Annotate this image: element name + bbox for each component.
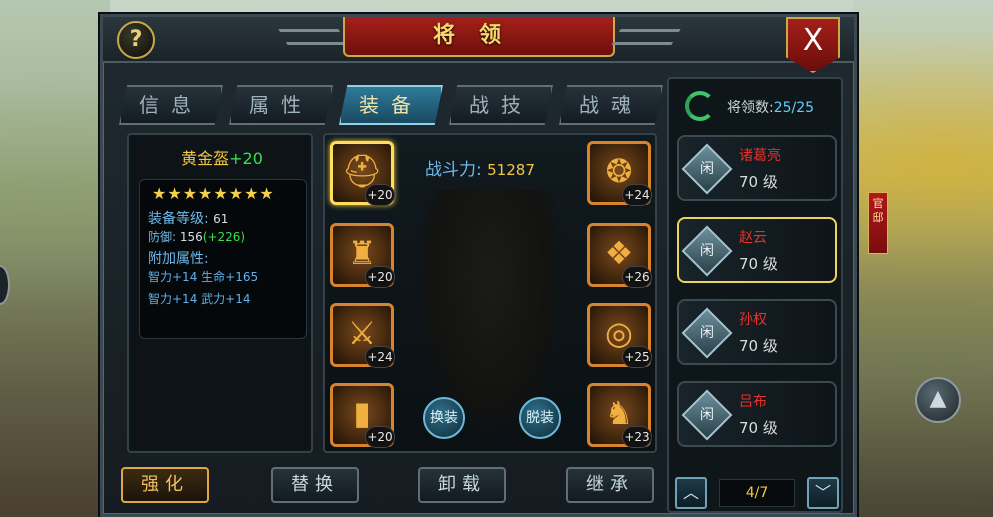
general-level: 70 级 <box>739 419 778 437</box>
help-button[interactable]: ? <box>117 21 155 59</box>
slot-level: +20 <box>365 184 395 206</box>
tab-attributes[interactable]: 属性 <box>229 85 333 125</box>
slot-level: +24 <box>365 346 395 368</box>
window-title: 将领 <box>343 17 615 57</box>
extra-attributes-line-2: 智力+14 武力+14 <box>148 292 251 306</box>
idle-status-text: 闲 <box>700 407 714 423</box>
idle-status-icon: 闲 <box>681 389 733 441</box>
title-decoration-left <box>278 29 348 45</box>
item-name: 黄金盔+20 <box>129 145 315 169</box>
title-decoration-right <box>611 29 681 45</box>
slot-amulet[interactable]: ❂ +24 <box>587 141 652 206</box>
general-list-panel: 将领数:25/25 闲 诸葛亮 70 级 闲 赵云 70 级 闲 孙权 70 级… <box>667 77 843 513</box>
slot-horse[interactable]: ♞ +23 <box>587 383 652 448</box>
item-detail-panel: 黄金盔+20 ★★★★★★★★ 装备等级: 61 防御: 156(+226) 附… <box>127 133 313 453</box>
mansion-banner-label: 官 邸 <box>872 197 884 224</box>
equipment-section: 信息 属性 装备 战技 战魂 黄金盔+20 ★★★★★★★★ 装备等级: 61 … <box>113 73 667 511</box>
unload-button[interactable]: 卸载 <box>418 467 506 503</box>
equip-level-label: 装备等级 <box>148 211 204 227</box>
slot-level: +25 <box>622 346 652 368</box>
general-level: 70 级 <box>739 255 778 273</box>
defense-line: 防御: 156(+226) <box>148 230 246 244</box>
slot-armor[interactable]: ♜ +20 <box>330 223 395 288</box>
mansion-banner[interactable]: 官 邸 <box>868 192 888 254</box>
up-arrow-button[interactable]: ▲ <box>915 377 961 423</box>
combat-power: 战斗力: 51287 <box>425 155 535 180</box>
tab-bar: 信息 属性 装备 战技 战魂 <box>119 85 663 125</box>
chevron-up-icon: ︿ <box>682 483 699 502</box>
equip-level-value: 61 <box>213 212 229 226</box>
background-scenery-left <box>0 0 110 517</box>
pagination: ︿ 4/7 ﹀ <box>675 477 839 509</box>
general-level: 70 级 <box>739 173 778 191</box>
general-name: 孙权 <box>739 312 767 328</box>
combat-power-value: 51287 <box>487 161 535 179</box>
chevron-down-icon: ﹀ <box>814 483 831 502</box>
idle-status-text: 闲 <box>700 243 714 259</box>
star-rating: ★★★★★★★★ <box>152 184 275 203</box>
background-scenery-right <box>853 0 993 517</box>
page-up-button[interactable]: ︿ <box>675 477 707 509</box>
general-count-value: 25/25 <box>773 100 815 116</box>
combat-power-label: 战斗力: <box>425 160 482 180</box>
general-count: 将领数:25/25 <box>727 97 814 117</box>
replace-button[interactable]: 替换 <box>271 467 359 503</box>
close-button[interactable]: X <box>786 17 840 73</box>
slot-boots[interactable]: ▮ +20 <box>330 383 395 448</box>
idle-status-icon: 闲 <box>681 225 733 277</box>
swap-gear-button[interactable]: 换装 <box>423 397 465 439</box>
tab-equipment[interactable]: 装备 <box>339 85 443 125</box>
slot-level: +20 <box>365 266 395 288</box>
defense-bonus: (+226) <box>202 230 246 244</box>
general-window: ? 将领 X 信息 属性 装备 战技 战魂 黄金盔+20 ★★★★★★★★ 装备… <box>100 14 857 517</box>
refresh-icon[interactable] <box>685 91 715 121</box>
slot-ring[interactable]: ◎ +25 <box>587 303 652 368</box>
slot-tiger-token[interactable]: ❖ +26 <box>587 223 652 288</box>
action-buttons: 强化 替换 卸载 继承 <box>121 467 661 507</box>
item-stats: ★★★★★★★★ 装备等级: 61 防御: 156(+226) 附加属性: 智力… <box>139 179 307 339</box>
general-count-label: 将领数: <box>727 100 774 116</box>
general-name: 诸葛亮 <box>739 148 781 164</box>
inherit-button[interactable]: 继承 <box>566 467 654 503</box>
equipment-slots-area: 战斗力: 51287 ⛑ +20 ♜ +20 ⚔ +24 ▮ +20 ❂ +24 <box>323 133 657 453</box>
general-name: 吕布 <box>739 394 767 410</box>
tab-info[interactable]: 信息 <box>119 85 223 125</box>
slot-helmet[interactable]: ⛑ +20 <box>330 141 395 206</box>
slot-level: +20 <box>365 426 395 448</box>
item-plus: +20 <box>229 149 263 168</box>
equip-level-line: 装备等级: 61 <box>148 211 229 227</box>
item-name-text: 黄金盔 <box>181 149 230 168</box>
tab-war-soul[interactable]: 战魂 <box>559 85 663 125</box>
defense-value: 156 <box>179 230 203 244</box>
general-item-zhuge-liang[interactable]: 闲 诸葛亮 70 级 <box>677 135 837 201</box>
extra-attributes-line-1: 智力+14 生命+165 <box>148 270 259 284</box>
window-header: ? 将领 X <box>103 17 854 73</box>
slot-weapon[interactable]: ⚔ +24 <box>330 303 395 368</box>
tab-battle-skills[interactable]: 战技 <box>449 85 553 125</box>
general-item-sun-quan[interactable]: 闲 孙权 70 级 <box>677 299 837 365</box>
idle-status-icon: 闲 <box>681 307 733 359</box>
general-level: 70 级 <box>739 337 778 355</box>
slot-level: +23 <box>622 426 652 448</box>
enhance-button[interactable]: 强化 <box>121 467 209 503</box>
slot-level: +26 <box>622 266 652 288</box>
general-item-zhao-yun[interactable]: 闲 赵云 70 级 <box>677 217 837 283</box>
remove-gear-button[interactable]: 脱装 <box>519 397 561 439</box>
up-arrow-icon: ▲ <box>929 386 947 411</box>
general-name: 赵云 <box>739 230 767 246</box>
defense-label: 防御 <box>148 230 173 244</box>
general-item-lu-bu[interactable]: 闲 吕布 70 级 <box>677 381 837 447</box>
extra-attributes-label: 附加属性: <box>148 251 209 267</box>
idle-status-icon: 闲 <box>681 143 733 195</box>
idle-status-text: 闲 <box>700 161 714 177</box>
slot-level: +24 <box>622 184 652 206</box>
page-indicator: 4/7 <box>719 479 795 507</box>
idle-status-text: 闲 <box>700 325 714 341</box>
page-down-button[interactable]: ﹀ <box>807 477 839 509</box>
